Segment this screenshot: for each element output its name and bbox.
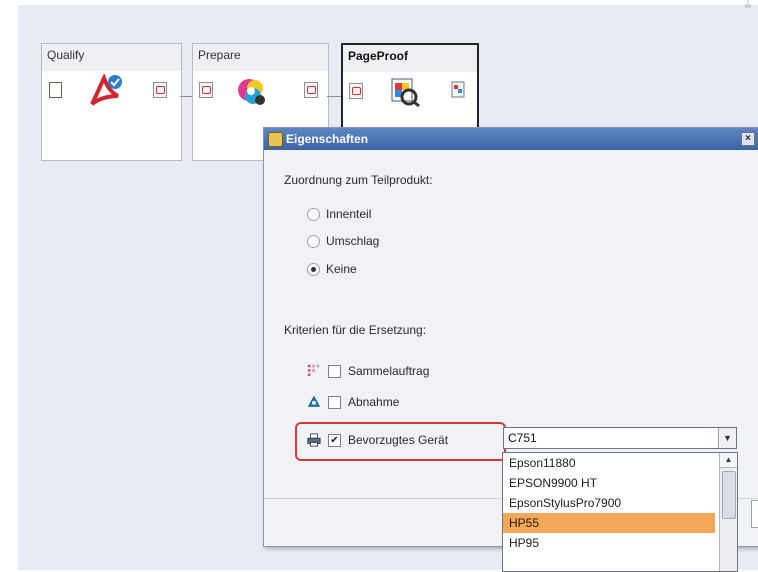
checkbox-sammelauftrag[interactable] bbox=[328, 365, 341, 378]
checkbox-label-abnahme: Abnahme bbox=[348, 395, 400, 409]
pdf-output-icon bbox=[304, 82, 318, 98]
connector bbox=[327, 96, 341, 97]
pdf-input-icon bbox=[349, 83, 363, 99]
assignment-label: Zuordnung zum Teilprodukt: bbox=[284, 173, 433, 187]
list-item-selected[interactable]: HP55 bbox=[503, 513, 715, 533]
checkbox-label-sammelauftrag: Sammelauftrag bbox=[348, 364, 430, 378]
approval-icon bbox=[308, 395, 320, 407]
list-item[interactable]: Epson11880 bbox=[503, 453, 715, 473]
report-icon bbox=[451, 81, 465, 98]
chevron-down-icon[interactable]: ▼ bbox=[718, 428, 736, 448]
document-icon bbox=[49, 82, 62, 98]
corner-glyph: ≟ bbox=[743, 1, 752, 12]
pdf-input-icon bbox=[199, 82, 213, 98]
workflow-node-pageproof[interactable]: PageProof bbox=[341, 43, 479, 131]
collection-icon bbox=[307, 364, 320, 377]
list-item[interactable]: HP95 bbox=[503, 533, 715, 553]
radio-label-keine: Keine bbox=[326, 262, 357, 276]
radio-innenteil[interactable] bbox=[307, 208, 320, 221]
pageproof-icon bbox=[391, 78, 420, 107]
node-title: PageProof bbox=[343, 45, 477, 72]
color-prepare-icon bbox=[238, 79, 265, 105]
list-item[interactable]: EpsonStylusPro7900 bbox=[503, 493, 715, 513]
radio-label-umschlag: Umschlag bbox=[326, 234, 380, 248]
dialog-titlebar[interactable]: Eigenschaften × bbox=[264, 128, 758, 150]
radio-label-innenteil: Innenteil bbox=[326, 207, 372, 221]
app-icon bbox=[268, 132, 283, 147]
device-select-value: C751 bbox=[508, 431, 537, 445]
criteria-label: Kriterien für die Ersetzung: bbox=[284, 323, 427, 337]
dialog-title: Eigenschaften bbox=[286, 132, 369, 146]
scroll-up-icon[interactable]: ▲ bbox=[720, 453, 737, 468]
close-icon[interactable]: × bbox=[741, 132, 755, 146]
pdf-output-icon bbox=[153, 82, 167, 98]
scrollbar-thumb[interactable] bbox=[722, 471, 736, 519]
list-item[interactable]: EPSON9900 HT bbox=[503, 473, 715, 493]
node-title: Prepare bbox=[193, 44, 328, 71]
workflow-node-qualify[interactable]: Qualify bbox=[41, 43, 182, 161]
connector bbox=[180, 96, 192, 97]
checkbox-abnahme[interactable] bbox=[328, 396, 341, 409]
acrobat-check-icon bbox=[90, 74, 122, 106]
footer-button-partial[interactable] bbox=[751, 500, 758, 528]
dropdown-scrollbar[interactable]: ▲ bbox=[719, 453, 737, 571]
highlight-annotation bbox=[295, 422, 506, 461]
node-title: Qualify bbox=[42, 44, 181, 71]
device-dropdown-list: Epson11880 EPSON9900 HT EpsonStylusPro79… bbox=[502, 452, 738, 572]
radio-umschlag[interactable] bbox=[307, 235, 320, 248]
radio-keine[interactable] bbox=[307, 263, 320, 276]
device-select[interactable]: C751 ▼ bbox=[503, 427, 737, 449]
